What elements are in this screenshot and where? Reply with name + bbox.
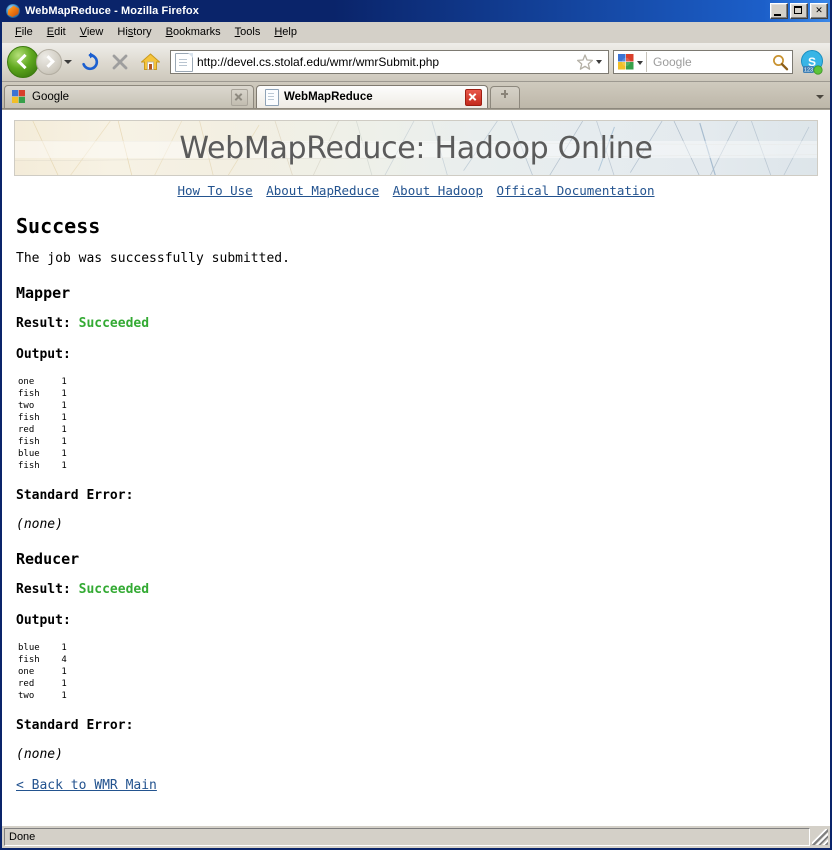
mapper-result-value: Succeeded <box>78 316 150 331</box>
reducer-result-value: Succeeded <box>78 582 150 597</box>
search-icon[interactable] <box>771 53 789 71</box>
tab-webmapreduce[interactable]: WebMapReduce <box>256 85 488 108</box>
result-label: Result: <box>16 582 71 597</box>
mapper-stderr-value: (none) <box>16 517 63 532</box>
reducer-result-line: Result: Succeeded <box>16 582 818 597</box>
tab-label: Google <box>32 91 70 103</box>
nav-link-how-to-use[interactable]: How To Use <box>177 183 252 198</box>
status-bar: Done <box>2 826 830 848</box>
google-favicon <box>11 89 27 105</box>
menu-history[interactable]: History <box>110 24 158 40</box>
nav-link-offical-documentation[interactable]: Offical Documentation <box>497 183 655 198</box>
menu-bar: File Edit View History Bookmarks Tools H… <box>2 22 830 43</box>
svg-text:123: 123 <box>804 68 813 74</box>
tab-close-button[interactable] <box>465 88 482 106</box>
tab-bar: Google WebMapReduce <box>2 82 830 109</box>
page-content: WebMapReduce: Hadoop Online How To Use A… <box>2 110 830 793</box>
tab-google[interactable]: Google <box>4 85 254 108</box>
page-title: Success <box>16 214 101 238</box>
reducer-stderr-label: Standard Error: <box>16 718 134 733</box>
menu-tools[interactable]: Tools <box>228 24 268 40</box>
home-button[interactable] <box>136 48 164 76</box>
window-controls: ✕ <box>770 3 828 19</box>
menu-view[interactable]: View <box>73 24 111 40</box>
nav-link-about-mapreduce[interactable]: About MapReduce <box>266 183 379 198</box>
intro-text: The job was successfully submitted. <box>16 251 290 266</box>
google-icon <box>616 52 636 72</box>
window-title: WebMapReduce - Mozilla Firefox <box>25 5 199 17</box>
mapper-stderr-label: Standard Error: <box>16 488 134 503</box>
nav-link-about-hadoop[interactable]: About Hadoop <box>393 183 483 198</box>
search-engine-dropdown-icon[interactable] <box>636 52 647 72</box>
reload-button[interactable] <box>76 48 104 76</box>
menu-edit[interactable]: Edit <box>40 24 73 40</box>
resize-grip-icon[interactable] <box>812 828 828 845</box>
site-nav-links: How To Use About MapReduce About Hadoop … <box>14 176 818 204</box>
section-title-mapper: Mapper <box>16 284 71 302</box>
browser-window: WebMapReduce - Mozilla Firefox ✕ File Ed… <box>0 0 832 850</box>
forward-button <box>36 49 62 75</box>
back-button[interactable] <box>7 46 39 78</box>
back-to-wmr-main-link[interactable]: < Back to WMR Main <box>16 778 157 793</box>
menu-file[interactable]: File <box>8 24 40 40</box>
url-dropdown-icon[interactable] <box>594 52 605 72</box>
section-title-reducer: Reducer <box>16 550 80 568</box>
search-input[interactable]: Google <box>647 55 771 69</box>
page-favicon <box>263 89 279 106</box>
firefox-icon <box>5 3 21 19</box>
close-button[interactable]: ✕ <box>810 3 828 19</box>
new-tab-button[interactable] <box>490 86 520 108</box>
reducer-output-label: Output: <box>16 613 71 628</box>
result-label: Result: <box>16 316 71 331</box>
skype-icon[interactable]: S 123 <box>799 49 825 75</box>
home-icon <box>140 53 160 70</box>
status-panel: Done <box>4 827 810 846</box>
site-banner: WebMapReduce: Hadoop Online <box>14 120 818 176</box>
maximize-button[interactable] <box>790 3 808 19</box>
tab-close-button[interactable] <box>231 88 248 106</box>
reducer-output-block: blue 1 fish 4 one 1 red 1 two 1 <box>18 643 67 701</box>
reducer-stderr-value: (none) <box>16 747 63 762</box>
menu-help[interactable]: Help <box>267 24 304 40</box>
reload-icon <box>82 52 99 71</box>
menu-bookmarks[interactable]: Bookmarks <box>159 24 228 40</box>
close-icon <box>112 54 128 70</box>
mapper-output-label: Output: <box>16 347 71 362</box>
banner-title: WebMapReduce: Hadoop Online <box>179 130 653 166</box>
mapper-output-block: one 1 fish 1 two 1 fish 1 red 1 fish 1 b… <box>18 377 67 471</box>
status-text: Done <box>9 830 36 843</box>
navigation-toolbar: http://devel.cs.stolaf.edu/wmr/wmrSubmit… <box>2 43 830 82</box>
stop-button <box>106 48 134 76</box>
page-icon <box>175 52 193 72</box>
chevron-down-icon[interactable] <box>62 52 74 72</box>
chevron-down-icon[interactable] <box>814 91 826 103</box>
search-box[interactable]: Google <box>613 50 793 74</box>
window-titlebar: WebMapReduce - Mozilla Firefox ✕ <box>2 0 830 22</box>
url-input[interactable]: http://devel.cs.stolaf.edu/wmr/wmrSubmit… <box>197 55 576 69</box>
minimize-button[interactable] <box>770 3 788 19</box>
star-icon[interactable] <box>576 53 594 71</box>
mapper-result-line: Result: Succeeded <box>16 316 818 331</box>
url-bar[interactable]: http://devel.cs.stolaf.edu/wmr/wmrSubmit… <box>170 50 609 74</box>
page-viewport: WebMapReduce: Hadoop Online How To Use A… <box>2 109 830 826</box>
tab-label: WebMapReduce <box>284 91 373 103</box>
